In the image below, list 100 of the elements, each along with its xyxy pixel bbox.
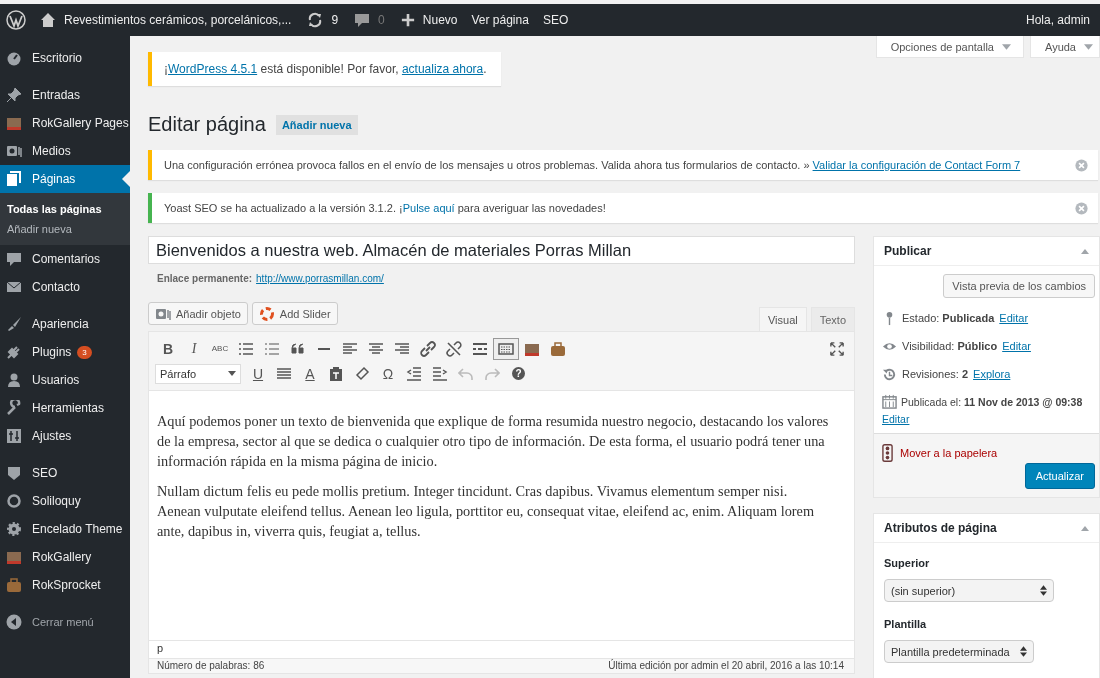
sidebar-item[interactable]: Medios — [0, 137, 130, 165]
sidebar-item[interactable]: Entradas — [0, 81, 130, 109]
seo-link[interactable]: SEO — [542, 13, 569, 27]
panel-title: Atributos de página — [884, 521, 997, 535]
bold-button[interactable]: B — [155, 337, 181, 360]
special-character-button[interactable]: Ω — [375, 362, 401, 385]
menu-pointer-icon — [122, 171, 130, 187]
align-right-icon — [394, 340, 410, 357]
calendar-icon — [882, 394, 897, 409]
help-button[interactable]: ? — [512, 367, 525, 380]
undo-icon — [458, 365, 474, 382]
ring-icon — [258, 305, 275, 322]
collapse-menu-button[interactable]: Cerrar menú — [0, 608, 130, 636]
format-select[interactable]: Párrafo — [155, 363, 241, 384]
editor-tab[interactable]: Texto — [810, 307, 855, 331]
notice-link[interactable]: WordPress 4.5.1 — [168, 62, 258, 76]
screen-meta-tab[interactable]: Opciones de pantalla — [875, 36, 1024, 58]
publish-info: Estado: Publicada — [902, 312, 995, 324]
keyboard-button[interactable] — [493, 337, 519, 360]
read-more-icon — [472, 340, 488, 357]
sliders-icon — [6, 428, 22, 444]
template-select[interactable]: Plantilla predeterminada — [884, 640, 1034, 663]
edit-link[interactable]: Editar — [999, 312, 1029, 324]
sidebar-item[interactable]: RokGallery Pages — [0, 109, 130, 137]
new-link[interactable]: Nuevo — [422, 13, 458, 27]
speech-bubble-icon — [6, 251, 22, 267]
underline-button[interactable]: U — [245, 362, 271, 385]
sidebar-item[interactable]: Contacto — [0, 273, 130, 301]
collapse-caret-icon[interactable] — [1081, 248, 1089, 254]
submenu-item[interactable]: Todas las páginas — [0, 199, 130, 219]
clipboard-icon — [328, 365, 344, 382]
text-color-button[interactable]: A — [297, 362, 323, 385]
add-media-button[interactable]: Añadir objeto — [148, 302, 248, 325]
add-new-button[interactable]: Añadir nueva — [275, 114, 358, 135]
gauge-icon — [6, 50, 22, 66]
keyboard-icon — [498, 340, 514, 357]
picture-icon — [6, 115, 22, 131]
edit-link[interactable]: Editar — [1002, 340, 1031, 352]
notice-link[interactable]: Validar la configuración de Contact Form 7 — [812, 159, 1021, 171]
editor-tab[interactable]: Visual — [758, 307, 807, 331]
sidebar-item[interactable]: Plugins 3 — [0, 338, 130, 366]
updates-count[interactable]: 9 — [331, 13, 339, 27]
move-to-trash-link[interactable]: Mover a la papelera — [900, 447, 998, 459]
italic-button[interactable]: I — [181, 337, 207, 360]
collapse-caret-icon[interactable] — [1081, 525, 1089, 531]
sidebar-item[interactable]: Encelado Theme — [0, 515, 130, 543]
permalink-label: Enlace permanente: — [157, 273, 253, 284]
sidebar-item[interactable]: Usuarios — [0, 366, 130, 394]
sidebar-item[interactable]: SEO — [0, 459, 130, 487]
align-left-icon — [342, 340, 358, 357]
wrench-icon — [6, 400, 22, 416]
account-greeting[interactable]: Hola, admin — [1025, 13, 1090, 27]
dismiss-icon[interactable] — [1075, 201, 1088, 215]
wordpress-logo-icon[interactable] — [6, 10, 26, 30]
plug-icon — [6, 344, 22, 360]
sidebar-item[interactable]: Comentarios — [0, 245, 130, 273]
justify-icon — [276, 365, 292, 382]
edit-link[interactable]: Explora — [973, 368, 1011, 380]
sidebar-item[interactable]: Herramientas — [0, 394, 130, 422]
toolbox-icon — [6, 577, 22, 593]
dropdown-caret-icon — [1002, 43, 1011, 50]
panel-title: Publicar — [884, 244, 932, 258]
notice-text: Una configuración errónea provoca fallos en el envío de los mensajes u otros problemas. Valida ahora tus formularios de contacto. » Validar la configuración de Contact Form 7 — [164, 159, 1021, 171]
element-path: p — [157, 642, 164, 654]
shield-icon — [6, 465, 22, 481]
dropdown-caret-icon — [228, 371, 236, 376]
edit-link[interactable]: Editar — [882, 413, 1097, 425]
count-badge: 3 — [77, 345, 92, 359]
submenu-item[interactable]: Añadir nueva — [0, 219, 130, 239]
sidebar-item[interactable]: Ajustes — [0, 422, 130, 450]
outdent-icon — [406, 365, 422, 382]
sidebar-item[interactable]: RokGallery — [0, 543, 130, 571]
speech-bubble-icon — [354, 12, 371, 28]
strikethrough-button[interactable]: ABC — [207, 337, 233, 360]
broken-link-icon — [446, 340, 462, 357]
word-count: Número de palabras: 86 — [157, 660, 265, 671]
preview-changes-button[interactable]: Vista previa de los cambios — [943, 274, 1095, 298]
field-label: Superior — [884, 557, 931, 569]
dismiss-icon[interactable] — [1075, 158, 1088, 172]
align-center-icon — [368, 340, 384, 357]
last-edit-info: Última edición por admin el 20 abril, 2016 a las 10:14 — [608, 660, 844, 671]
horizontal-line-icon — [318, 347, 330, 350]
trash-icon — [882, 443, 893, 463]
sidebar-item[interactable]: RokSprocket — [0, 571, 130, 599]
update-button[interactable]: Actualizar — [1024, 463, 1095, 489]
title-field[interactable]: Bienvenidos a nuestra web. Almacén de materiales Porras Millan — [148, 236, 855, 264]
site-name-link[interactable]: Revestimientos cerámicos, porcelánicos,... — [64, 13, 292, 27]
content-paragraph: Aquí podemos poner un texto de bienvenida que explique de forma resumida nuestro negocio, destacando los valores de la empresa, sector al que se dedica o cualquier otro tipo de información. De esta forma, el usuario podrá tener una información rápida en la misma página de inicio. — [157, 412, 830, 471]
sidebar-item[interactable]: Escritorio — [0, 44, 130, 72]
add-slider-button[interactable]: Add Slider — [251, 302, 338, 325]
permalink-link[interactable]: http://www.porrasmillan.com/ — [256, 273, 384, 284]
envelope-icon — [6, 279, 22, 295]
sidebar-item[interactable]: Páginas — [0, 165, 130, 193]
screen-meta-tab[interactable]: Ayuda — [1030, 36, 1100, 58]
sidebar-item[interactable]: Soliloquy — [0, 487, 130, 515]
view-page-link[interactable]: Ver página — [471, 13, 529, 27]
parent-select[interactable]: (sin superior) — [884, 579, 1054, 602]
fullscreen-icon[interactable] — [830, 341, 844, 356]
gear-icon — [6, 521, 22, 537]
sidebar-item[interactable]: Apariencia — [0, 310, 130, 338]
